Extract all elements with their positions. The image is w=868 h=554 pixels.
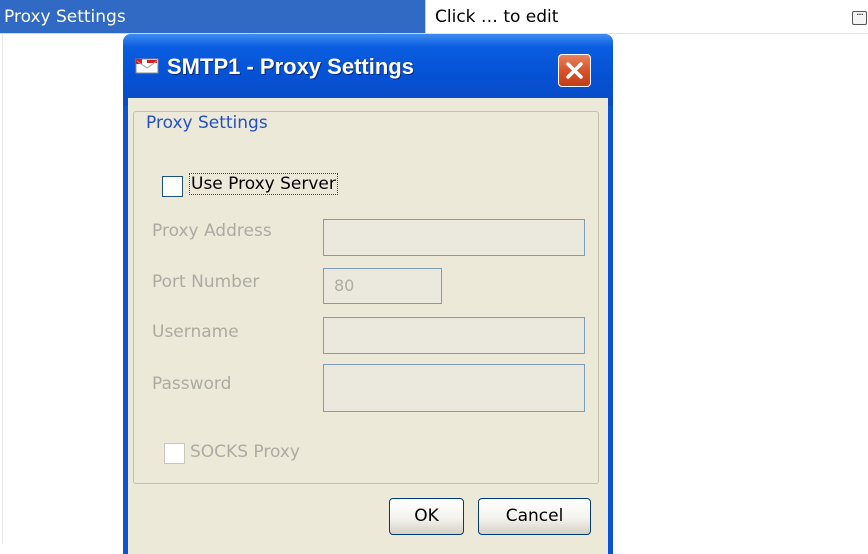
socks-proxy-checkbox[interactable] bbox=[164, 443, 185, 464]
dialog-client-area: Proxy Settings Use Proxy Server Proxy Ad… bbox=[128, 98, 608, 554]
group-title: Proxy Settings bbox=[144, 113, 270, 133]
property-name[interactable]: Proxy Settings bbox=[0, 0, 425, 34]
port-number-label: Port Number bbox=[152, 272, 260, 292]
socks-proxy-label[interactable]: SOCKS Proxy bbox=[190, 442, 300, 462]
use-proxy-label-text: Use Proxy Server bbox=[189, 173, 338, 195]
dialog-titlebar[interactable]: SMTP1 - Proxy Settings bbox=[123, 34, 613, 106]
property-row[interactable]: Proxy Settings Click … to edit ··· bbox=[0, 0, 868, 34]
proxy-settings-dialog: SMTP1 - Proxy Settings Proxy Settings Us… bbox=[123, 34, 613, 554]
property-value[interactable]: Click … to edit ··· bbox=[425, 0, 868, 34]
dialog-title: SMTP1 - Proxy Settings bbox=[167, 54, 414, 79]
proxy-settings-group: Proxy Settings Use Proxy Server Proxy Ad… bbox=[133, 111, 599, 484]
ok-button[interactable]: OK bbox=[389, 498, 464, 535]
password-field[interactable] bbox=[323, 364, 585, 412]
smtp-envelope-icon bbox=[135, 58, 159, 74]
grid-divider bbox=[2, 34, 3, 544]
close-icon bbox=[566, 62, 583, 79]
password-label: Password bbox=[152, 374, 232, 394]
close-button[interactable] bbox=[558, 54, 591, 87]
port-number-field[interactable]: 80 bbox=[323, 268, 442, 304]
ellipsis-button[interactable]: ··· bbox=[852, 11, 867, 25]
username-field[interactable] bbox=[323, 317, 585, 354]
use-proxy-checkbox[interactable] bbox=[162, 176, 183, 197]
cancel-button[interactable]: Cancel bbox=[478, 498, 591, 535]
proxy-address-field[interactable] bbox=[323, 219, 585, 256]
use-proxy-label[interactable]: Use Proxy Server bbox=[189, 173, 338, 195]
property-value-text: Click … to edit bbox=[435, 7, 559, 27]
proxy-address-label: Proxy Address bbox=[152, 221, 272, 241]
username-label: Username bbox=[152, 322, 239, 342]
